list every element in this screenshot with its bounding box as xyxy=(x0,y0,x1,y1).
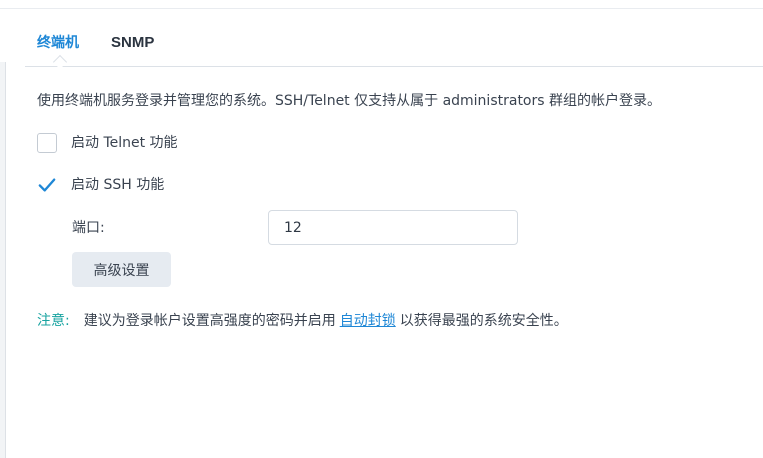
note-label: 注意: xyxy=(37,313,70,329)
auto-block-link[interactable]: 自动封锁 xyxy=(340,313,396,329)
telnet-checkbox[interactable] xyxy=(37,133,57,153)
note-text-after: 以获得最强的系统安全性。 xyxy=(399,313,568,329)
telnet-label: 启动 Telnet 功能 xyxy=(71,135,178,151)
advanced-settings-button[interactable]: 高级设置 xyxy=(72,252,171,287)
port-label: 端口: xyxy=(72,220,105,236)
top-divider xyxy=(0,8,763,9)
telnet-option[interactable]: 启动 Telnet 功能 xyxy=(37,132,178,154)
tab-snmp[interactable]: SNMP xyxy=(111,34,154,52)
ssh-checkbox[interactable] xyxy=(37,175,57,195)
security-note: 注意: 建议为登录帐户设置高强度的密码并启用 自动封锁 以获得最强的系统安全性。 xyxy=(37,311,568,331)
left-panel-edge xyxy=(0,62,6,458)
checkmark-icon xyxy=(38,178,56,192)
terminal-settings-panel: 终端机 SNMP 使用终端机服务登录并管理您的系统。SSH/Telnet 仅支持… xyxy=(0,0,763,458)
tab-terminal[interactable]: 终端机 xyxy=(37,34,79,52)
ssh-option[interactable]: 启动 SSH 功能 xyxy=(37,174,164,196)
active-tab-indicator xyxy=(52,54,68,70)
tab-bar: 终端机 SNMP xyxy=(25,24,763,70)
port-input[interactable] xyxy=(268,210,518,245)
service-description: 使用终端机服务登录并管理您的系统。SSH/Telnet 仅支持从属于 admin… xyxy=(37,93,661,109)
ssh-label: 启动 SSH 功能 xyxy=(71,177,165,193)
note-text-before: 建议为登录帐户设置高强度的密码并启用 xyxy=(83,313,336,329)
